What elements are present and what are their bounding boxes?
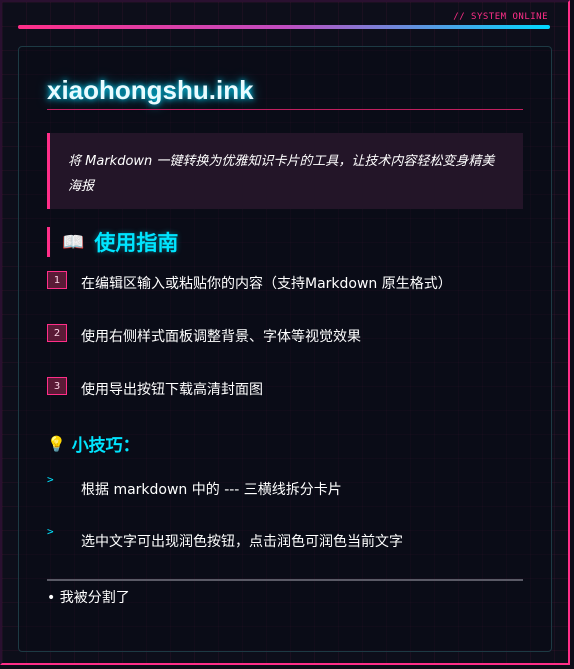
chevron-right-icon: > (47, 525, 54, 538)
step-text: 在编辑区输入或粘贴你的内容（支持Markdown 原生格式） (81, 276, 452, 292)
guide-heading: 📖 使用指南 (47, 227, 178, 257)
step-number: 1 (47, 271, 67, 289)
guide-step: 2 使用右侧样式面板调整背景、字体等视觉效果 (47, 324, 361, 346)
guide-step: 1 在编辑区输入或粘贴你的内容（支持Markdown 原生格式） (47, 271, 452, 293)
title-underline (47, 109, 523, 110)
tips-heading: 💡 小技巧： (47, 431, 140, 457)
step-text: 使用右侧样式面板调整背景、字体等视觉效果 (81, 329, 361, 345)
step-number: 2 (47, 324, 67, 342)
step-number: 3 (47, 377, 67, 395)
tips-heading-label: 小技巧： (71, 436, 140, 456)
guide-heading-label: 使用指南 (94, 231, 179, 255)
tip-text: 根据 markdown 中的 --- 三横线拆分卡片 (81, 482, 342, 498)
card-frame: // SYSTEM ONLINE xiaohongshu.ink 将 Markd… (0, 0, 570, 665)
book-icon: 📖 (62, 231, 85, 253)
footer-bullet: • 我被分割了 (47, 590, 130, 606)
gradient-top-bar (18, 25, 550, 29)
page-title: xiaohongshu.ink (47, 75, 254, 105)
guide-step: 3 使用导出按钮下载高清封面图 (47, 377, 263, 399)
chevron-right-icon: > (47, 473, 54, 486)
intro-text: 将 Markdown 一键转换为优雅知识卡片的工具，让技术内容轻松变身精美海报 (68, 154, 495, 194)
section-divider (47, 579, 523, 581)
tip-text: 选中文字可出现润色按钮，点击润色可润色当前文字 (81, 534, 403, 550)
system-status: // SYSTEM ONLINE (453, 12, 548, 22)
content-card: xiaohongshu.ink 将 Markdown 一键转换为优雅知识卡片的工… (18, 46, 552, 652)
step-text: 使用导出按钮下载高清封面图 (81, 382, 263, 398)
lightbulb-icon: 💡 (47, 434, 66, 453)
intro-blockquote: 将 Markdown 一键转换为优雅知识卡片的工具，让技术内容轻松变身精美海报 (47, 133, 523, 209)
